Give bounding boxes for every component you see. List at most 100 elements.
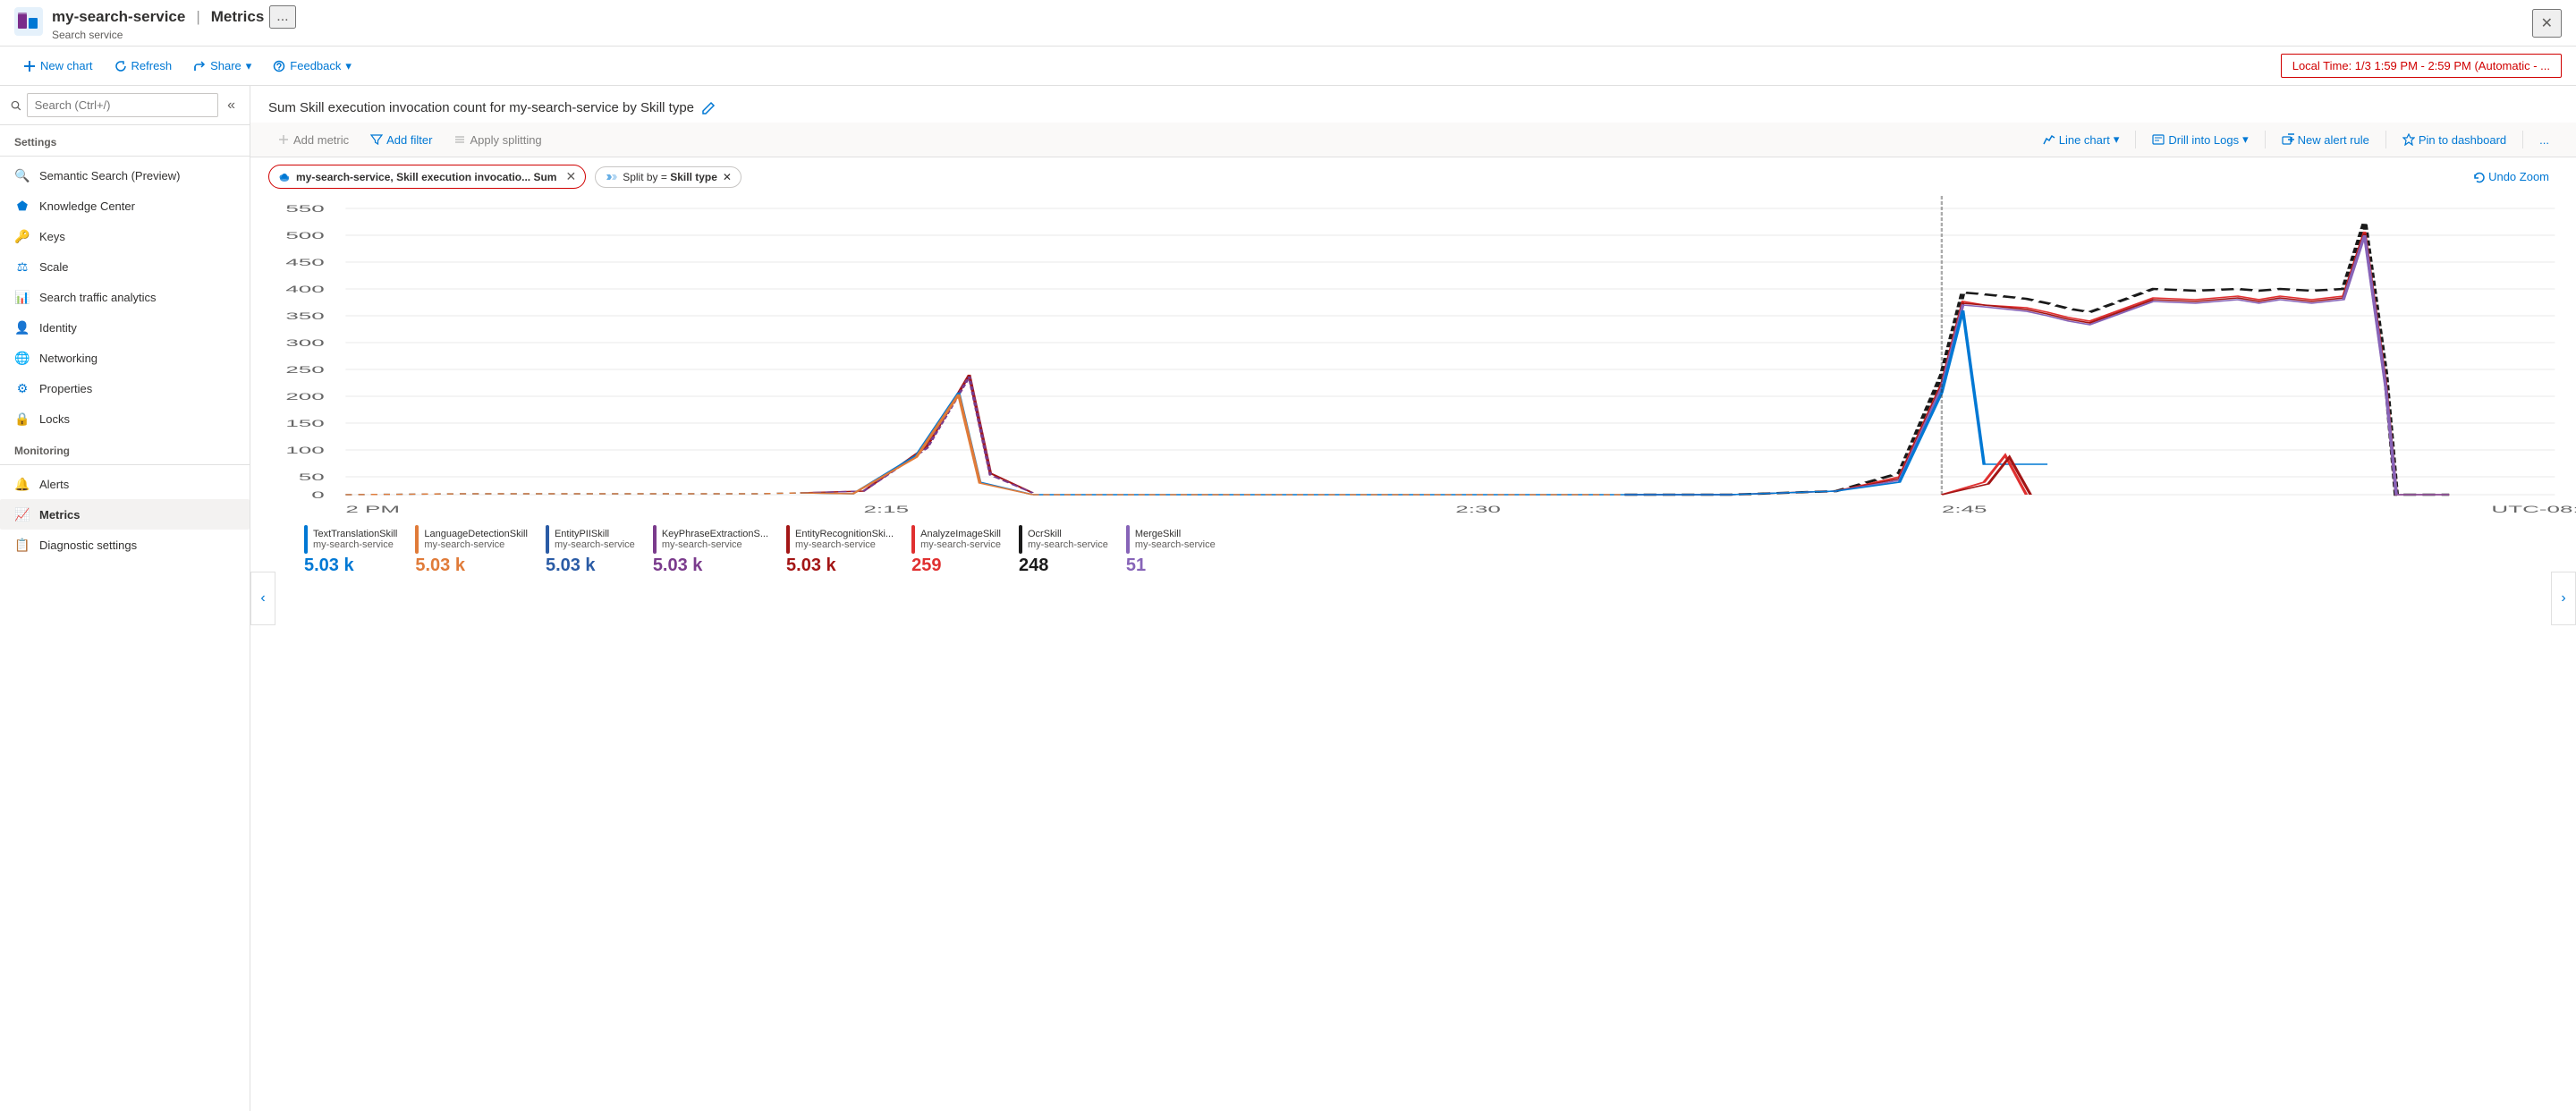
- svg-text:0: 0: [311, 490, 324, 501]
- app-icon-wrapper: [14, 7, 43, 38]
- toolbar-divider-4: [2522, 131, 2523, 148]
- sidebar-item-metrics[interactable]: 📈 Metrics: [0, 499, 250, 530]
- legend-text-group: AnalyzeImageSkill my-search-service: [920, 529, 1001, 550]
- pin-dashboard-button[interactable]: Pin to dashboard: [2394, 129, 2515, 151]
- metric-filter-pill: my-search-service, Skill execution invoc…: [268, 165, 586, 189]
- sidebar-item-semantic-search[interactable]: 🔍 Semantic Search (Preview): [0, 160, 250, 191]
- toolbar-divider-2: [2265, 131, 2266, 148]
- sidebar-item-alerts[interactable]: 🔔 Alerts: [0, 469, 250, 499]
- chart-title-text: Sum Skill execution invocation count for…: [268, 100, 694, 115]
- legend-color-row: KeyPhraseExtractionS... my-search-servic…: [653, 525, 768, 554]
- apply-splitting-button[interactable]: Apply splitting: [445, 129, 550, 151]
- legend-service-label: my-search-service: [1028, 539, 1108, 550]
- legend-color-bar: [1019, 525, 1022, 554]
- legend-skill-label: KeyPhraseExtractionS...: [662, 529, 768, 539]
- time-range-button[interactable]: Local Time: 1/3 1:59 PM - 2:59 PM (Autom…: [2281, 54, 2562, 78]
- identity-icon: 👤: [14, 319, 30, 335]
- toolbar-divider-3: [2385, 131, 2386, 148]
- legend-service-label: my-search-service: [662, 539, 768, 550]
- new-alert-button[interactable]: New alert rule: [2273, 129, 2378, 151]
- sidebar-item-networking[interactable]: 🌐 Networking: [0, 343, 250, 373]
- traffic-analytics-icon: 📊: [14, 289, 30, 305]
- legend-skill-label: EntityRecognitionSki...: [795, 529, 894, 539]
- sidebar-item-locks[interactable]: 🔒 Locks: [0, 403, 250, 434]
- line-chart-icon: [2043, 133, 2055, 146]
- legend-skill-label: TextTranslationSkill: [313, 529, 397, 539]
- monitoring-divider: [0, 464, 250, 465]
- legend-service-label: my-search-service: [313, 539, 397, 550]
- split-pill-text: Split by = Skill type: [623, 171, 717, 183]
- feedback-icon: [273, 60, 285, 72]
- legend-service-label: my-search-service: [424, 539, 528, 550]
- legend-skill-label: LanguageDetectionSkill: [424, 529, 528, 539]
- legend-color-bar: [1126, 525, 1130, 554]
- title-group: my-search-service | Metrics ... Search s…: [52, 5, 296, 41]
- svg-text:500: 500: [285, 231, 324, 242]
- undo-zoom-button[interactable]: Undo Zoom: [2463, 165, 2558, 188]
- svg-text:150: 150: [285, 419, 324, 429]
- sidebar-search-input[interactable]: [27, 93, 218, 117]
- sidebar-item-keys[interactable]: 🔑 Keys: [0, 221, 250, 251]
- metrics-chart: 550 500 450 400 350 300 250 200 150 100 …: [250, 196, 2576, 518]
- chart-toolbar: Add metric Add filter Apply splitting Li…: [250, 123, 2576, 157]
- legend-color-bar: [653, 525, 657, 554]
- keys-icon: 🔑: [14, 228, 30, 244]
- split-pill-close[interactable]: ✕: [723, 171, 732, 183]
- sidebar-item-search-traffic[interactable]: 📊 Search traffic analytics: [0, 282, 250, 312]
- filter-pill-close[interactable]: ✕: [565, 169, 576, 184]
- legend-value: 5.03 k: [304, 556, 397, 576]
- undo-icon: [2472, 171, 2485, 183]
- legend-color-row: MergeSkill my-search-service: [1126, 525, 1216, 554]
- legend-item: MergeSkill my-search-service 51: [1126, 525, 1216, 576]
- close-button[interactable]: ✕: [2532, 9, 2562, 38]
- nav-arrow-right[interactable]: ›: [2551, 572, 2576, 625]
- refresh-icon: [114, 60, 127, 72]
- split-filter-pill: Split by = Skill type ✕: [595, 166, 741, 188]
- more-options-button[interactable]: ...: [2530, 129, 2558, 151]
- chart-header: Sum Skill execution invocation count for…: [250, 86, 2576, 123]
- sidebar-item-properties[interactable]: ⚙ Properties: [0, 373, 250, 403]
- new-chart-button[interactable]: New chart: [14, 55, 102, 77]
- sidebar-item-identity[interactable]: 👤 Identity: [0, 312, 250, 343]
- legend-value: 51: [1126, 556, 1216, 576]
- legend-service-label: my-search-service: [1135, 539, 1216, 550]
- nav-arrow-left[interactable]: ‹: [250, 572, 275, 625]
- legend-text-group: MergeSkill my-search-service: [1135, 529, 1216, 550]
- sidebar-item-knowledge-center[interactable]: ⬟ Knowledge Center: [0, 191, 250, 221]
- legend-item: EntityRecognitionSki... my-search-servic…: [786, 525, 894, 576]
- split-pill-icon: [605, 171, 617, 183]
- svg-text:250: 250: [285, 365, 324, 376]
- sidebar-search-area: «: [0, 86, 250, 125]
- header-ellipsis-button[interactable]: ...: [269, 5, 295, 29]
- page-title: Metrics: [211, 8, 265, 26]
- legend-service-label: my-search-service: [920, 539, 1001, 550]
- main-layout: « Settings 🔍 Semantic Search (Preview) ⬟…: [0, 86, 2576, 1111]
- feedback-chevron: ▾: [345, 59, 352, 73]
- sidebar-item-diagnostic[interactable]: 📋 Diagnostic settings: [0, 530, 250, 560]
- add-metric-button[interactable]: Add metric: [268, 129, 358, 151]
- legend-value: 259: [911, 556, 1001, 576]
- knowledge-center-icon: ⬟: [14, 198, 30, 214]
- legend-text-group: EntityRecognitionSki... my-search-servic…: [795, 529, 894, 550]
- subtitle: Search service: [52, 29, 296, 41]
- drill-logs-button[interactable]: Drill into Logs ▾: [2143, 128, 2257, 151]
- edit-icon[interactable]: [701, 101, 716, 115]
- app-icon: [14, 7, 43, 36]
- collapse-sidebar-button[interactable]: «: [224, 94, 239, 117]
- svg-text:550: 550: [285, 204, 324, 215]
- feedback-button[interactable]: Feedback ▾: [264, 55, 360, 78]
- header-main: my-search-service | Metrics ...: [52, 5, 296, 29]
- svg-text:400: 400: [285, 284, 324, 295]
- filter-pills-row: my-search-service, Skill execution invoc…: [250, 157, 2576, 196]
- cloud-icon: [278, 171, 291, 183]
- add-metric-icon: [277, 133, 290, 146]
- line-chart-button[interactable]: Line chart ▾: [2034, 128, 2129, 151]
- settings-divider: [0, 156, 250, 157]
- legend-service-label: my-search-service: [555, 539, 635, 550]
- svg-text:2:15: 2:15: [863, 505, 909, 515]
- add-filter-button[interactable]: Add filter: [361, 129, 441, 151]
- sidebar-item-scale[interactable]: ⚖ Scale: [0, 251, 250, 282]
- refresh-button[interactable]: Refresh: [106, 55, 182, 77]
- monitoring-section-label: Monitoring: [0, 434, 250, 461]
- share-button[interactable]: Share ▾: [184, 55, 260, 78]
